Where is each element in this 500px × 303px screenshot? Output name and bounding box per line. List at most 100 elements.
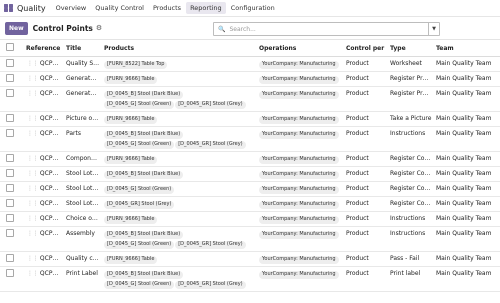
operation-tag: YourCompany: Manufacturing (259, 90, 339, 99)
table-row[interactable]: ⋮⋮ QCP00002Generate S...[FURN_9666] Tabl… (0, 71, 500, 87)
drag-handle-icon[interactable]: ⋮⋮ (27, 154, 39, 163)
table-row[interactable]: ⋮⋮ QCP00012Assembly[D_0045_B] Stool (Dar… (0, 226, 500, 252)
row-select-cell (0, 266, 24, 292)
column-header-reference[interactable]: Reference (24, 39, 64, 57)
drag-handle-icon[interactable]: ⋮⋮ (27, 74, 39, 83)
type-cell: Register Consu... (388, 196, 434, 212)
table-row[interactable]: ⋮⋮ QCP00023Quality Sh...[FURN_8522] Tabl… (0, 56, 500, 72)
row-select-cell (0, 71, 24, 87)
row-select-cell (0, 56, 24, 72)
table-row[interactable]: ⋮⋮ QCP00001Picture of t...[FURN_9666] Ta… (0, 111, 500, 127)
column-header-type[interactable]: Type (388, 39, 434, 57)
search-input[interactable]: Search... (229, 26, 428, 33)
table-row[interactable]: ⋮⋮ QCP00014Print Label[D_0045_B] Stool (… (0, 266, 500, 292)
search-box[interactable]: 🔍 Search... ▼ (213, 22, 440, 36)
drag-handle-icon[interactable]: ⋮⋮ (27, 229, 39, 238)
type-cell: Take a Picture (388, 111, 434, 127)
drag-handle-icon[interactable]: ⋮⋮ (27, 184, 39, 193)
drag-handle-icon[interactable]: ⋮⋮ (27, 269, 39, 278)
drag-handle-icon[interactable]: ⋮⋮ (27, 214, 39, 223)
team-cell: Main Quality Team (434, 151, 500, 167)
row-checkbox[interactable] (6, 254, 14, 262)
row-checkbox[interactable] (6, 199, 14, 207)
product-tag: [D_0045_B] Stool (Dark Blue) (104, 130, 184, 139)
type-cell: Instructions (388, 226, 434, 252)
row-checkbox[interactable] (6, 89, 14, 97)
control-per-cell: Product (344, 181, 388, 197)
nav-reporting[interactable]: Reporting (186, 2, 226, 14)
team-cell: Main Quality Team (434, 226, 500, 252)
app-name[interactable]: Quality (17, 4, 46, 13)
row-checkbox[interactable] (6, 214, 14, 222)
drag-handle-icon[interactable]: ⋮⋮ (27, 254, 39, 263)
product-tag: [D_0045_GR] Stool (Grey) (175, 240, 246, 249)
row-checkbox[interactable] (6, 129, 14, 137)
nav-quality-control[interactable]: Quality Control (91, 2, 148, 14)
operation-tag: YourCompany: Manufacturing (259, 155, 339, 164)
search-options-toggle[interactable]: ▼ (428, 23, 439, 35)
title-cell: Componen... (64, 151, 102, 167)
row-checkbox[interactable] (6, 184, 14, 192)
table-row[interactable]: ⋮⋮ QCP00013Generate S...[D_0045_B] Stool… (0, 86, 500, 112)
row-checkbox[interactable] (6, 114, 14, 122)
app-grid-icon[interactable] (4, 3, 13, 13)
row-checkbox[interactable] (6, 154, 14, 162)
drag-handle-icon[interactable]: ⋮⋮ (27, 169, 39, 178)
drag-handle-icon[interactable]: ⋮⋮ (27, 114, 39, 123)
product-tag: [D_0045_GR] Stool (Grey) (175, 280, 246, 289)
title-cell: Quality Sh... (64, 56, 102, 72)
table-row[interactable]: ⋮⋮ QCP00019Quality ch...[FURN_9666] Tabl… (0, 251, 500, 267)
reference-cell: ⋮⋮ QCP00019 (24, 251, 64, 267)
nav-overview[interactable]: Overview (52, 2, 91, 14)
drag-handle-icon[interactable]: ⋮⋮ (27, 89, 39, 98)
search-icon: 🔍 (218, 25, 226, 33)
nav-configuration[interactable]: Configuration (227, 2, 279, 14)
row-select-cell (0, 211, 24, 227)
product-tag: [FURN_9666] Table (104, 255, 158, 264)
reference-value: QCP00014 (39, 270, 64, 277)
table-row[interactable]: ⋮⋮ QCP00010Stool Lot (...[D_0045_G] Stoo… (0, 181, 500, 197)
nav-products[interactable]: Products (149, 2, 185, 14)
operations-cell: YourCompany: Manufacturing (257, 211, 344, 227)
title-cell: Generate S... (64, 86, 102, 112)
products-cell: [D_0045_B] Stool (Dark Blue)[D_0045_G] S… (102, 266, 257, 292)
row-checkbox[interactable] (6, 229, 14, 237)
type-cell: Register Produ... (388, 71, 434, 87)
title-cell: Choice of s... (64, 211, 102, 227)
operation-tag: YourCompany: Manufacturing (259, 255, 339, 264)
table-row[interactable]: ⋮⋮ QCP00003Componen...[FURN_9666] Table Y… (0, 151, 500, 167)
product-tag: [D_0045_GR] Stool (Grey) (175, 100, 246, 109)
table-row[interactable]: ⋮⋮ QCP00004Choice of s...[FURN_9666] Tab… (0, 211, 500, 227)
reference-cell: ⋮⋮ QCP00002 (24, 71, 64, 87)
row-select-cell (0, 86, 24, 112)
drag-handle-icon[interactable]: ⋮⋮ (27, 129, 39, 138)
table-row[interactable]: ⋮⋮ QCP00009Stool Lot (...[D_0045_B] Stoo… (0, 166, 500, 182)
products-cell: [D_0045_B] Stool (Dark Blue)[D_0045_G] S… (102, 126, 257, 152)
column-header-products[interactable]: Products (102, 39, 257, 57)
row-checkbox[interactable] (6, 59, 14, 67)
table-row[interactable]: ⋮⋮ QCP00008Parts[D_0045_B] Stool (Dark B… (0, 126, 500, 152)
row-select-cell (0, 251, 24, 267)
gear-icon[interactable]: ⚙ (96, 24, 102, 32)
reference-cell: ⋮⋮ QCP00023 (24, 56, 64, 72)
row-checkbox[interactable] (6, 169, 14, 177)
column-header-operations[interactable]: Operations (257, 39, 344, 57)
select-all-checkbox[interactable] (6, 43, 14, 51)
product-tag: [FURN_8522] Table Top (104, 60, 168, 69)
operations-cell: YourCompany: Manufacturing (257, 86, 344, 112)
drag-handle-icon[interactable]: ⋮⋮ (27, 59, 39, 68)
row-checkbox[interactable] (6, 269, 14, 277)
type-cell: Register Consu... (388, 166, 434, 182)
product-tag: [D_0045_B] Stool (Dark Blue) (104, 270, 184, 279)
column-header-team[interactable]: Team (434, 39, 500, 57)
row-select-cell (0, 151, 24, 167)
new-button[interactable]: New (5, 21, 28, 35)
team-cell: Main Quality Team (434, 126, 500, 152)
drag-handle-icon[interactable]: ⋮⋮ (27, 199, 39, 208)
column-header-title[interactable]: Title (64, 39, 102, 57)
column-header-control-per[interactable]: Control per (344, 39, 388, 57)
row-checkbox[interactable] (6, 74, 14, 82)
table-row[interactable]: ⋮⋮ QCP00011Stool Lot (...[D_0045_GR] Sto… (0, 196, 500, 212)
product-tag: [D_0045_B] Stool (Dark Blue) (104, 230, 184, 239)
control-per-cell: Product (344, 71, 388, 87)
